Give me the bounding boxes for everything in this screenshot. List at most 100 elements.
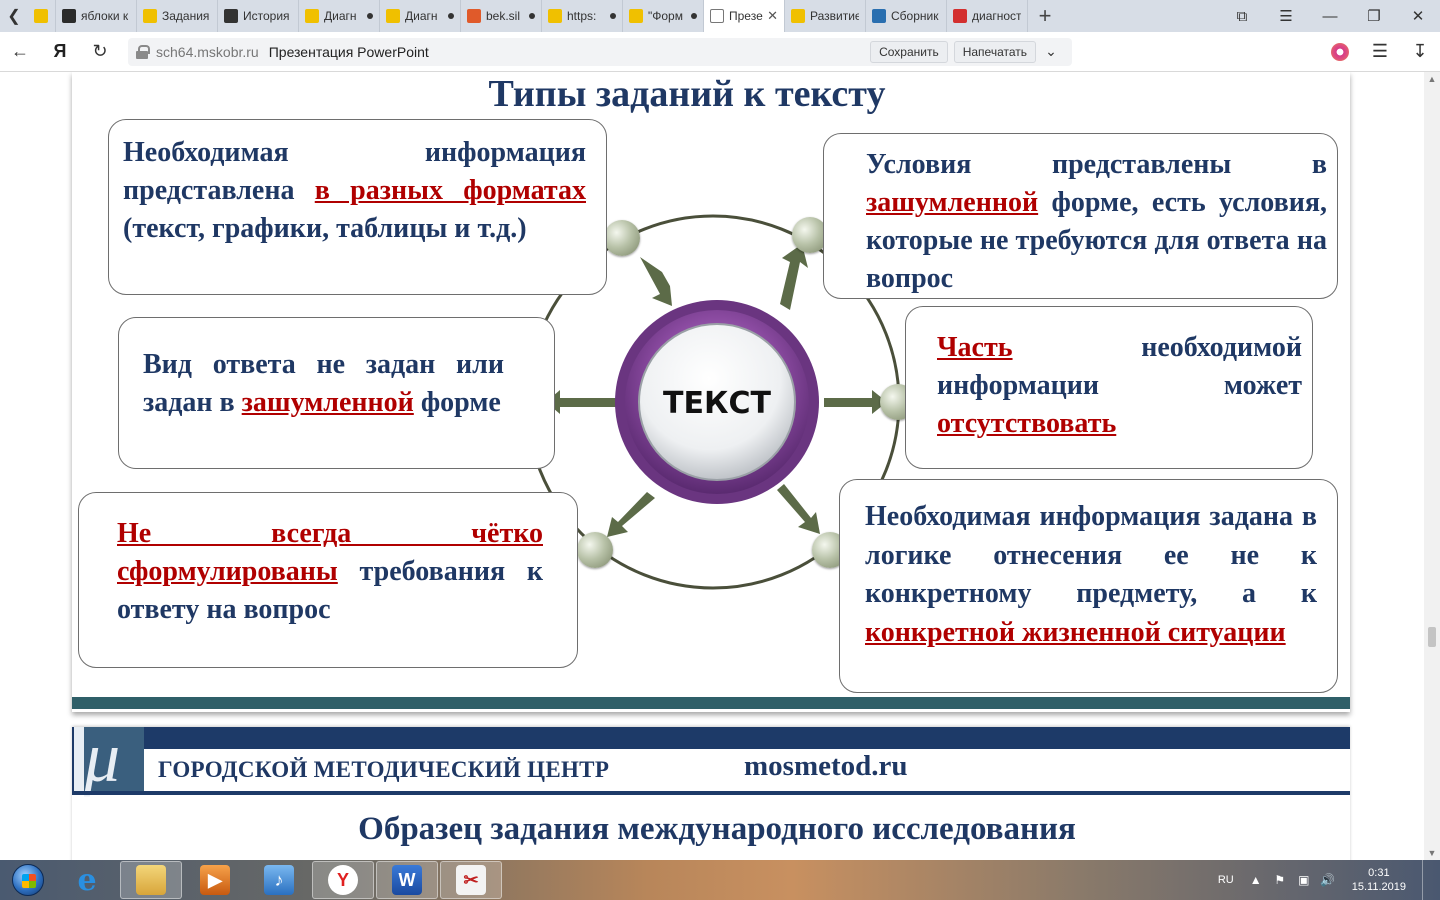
yandex-logo-icon[interactable]: Я — [40, 32, 80, 72]
lock-icon — [136, 44, 150, 59]
scroll-down-icon[interactable]: ▼ — [1427, 848, 1437, 858]
browser-tab[interactable]: яблоки к — [56, 0, 137, 32]
box-answer-highlight: зашумленной — [241, 387, 414, 418]
flag-icon[interactable]: ⚑ — [1272, 873, 1288, 887]
box-noisy-highlight: зашумленной — [866, 187, 1039, 218]
arrow-right — [824, 390, 887, 414]
scroll-up-icon[interactable]: ▲ — [1427, 74, 1437, 84]
browser-tab[interactable]: Развитие — [785, 0, 866, 32]
tab-label: диагност — [972, 9, 1021, 23]
tab-close-icon[interactable]: ✕ — [767, 8, 778, 24]
browser-tab[interactable]: фу — [28, 0, 56, 32]
reload-button[interactable]: ↻ — [80, 32, 120, 72]
scroll-thumb[interactable] — [1428, 627, 1436, 647]
tab-unsaved-dot-icon — [448, 13, 454, 19]
box-answer-type: Вид ответа не задан или задан в зашумлен… — [118, 317, 555, 469]
slide2-title: Образец задания международного исследова… — [358, 811, 1076, 847]
browser-tab[interactable]: https: — [542, 0, 623, 32]
volume-icon[interactable]: 🔊 — [1320, 873, 1336, 887]
network-icon[interactable]: ▣ — [1296, 873, 1312, 887]
bookmarks-icon[interactable]: ⧉ — [1220, 0, 1264, 32]
taskbar-explorer[interactable] — [120, 861, 182, 899]
tab-favicon-icon — [386, 9, 400, 23]
browser-tab[interactable]: "Форм — [623, 0, 704, 32]
menu-icon[interactable]: ☰ — [1264, 0, 1308, 32]
taskbar-yandex[interactable]: Y — [312, 861, 374, 899]
tabs-scroll-left-icon[interactable]: ❮ — [0, 0, 28, 32]
tab-label: "Форм — [648, 9, 683, 23]
language-indicator[interactable]: RU — [1218, 874, 1234, 886]
folder-icon — [136, 865, 166, 895]
tab-favicon-icon — [953, 9, 967, 23]
node-bottom-left — [577, 532, 613, 568]
browser-tab[interactable]: bek.sil — [461, 0, 542, 32]
word-icon: W — [392, 865, 422, 895]
start-button[interactable] — [0, 860, 56, 900]
clock-time: 0:31 — [1368, 867, 1390, 879]
tab-favicon-icon — [872, 9, 886, 23]
tab-label: Презе — [729, 9, 763, 23]
tab-unsaved-dot-icon — [529, 13, 535, 19]
tray-expand-icon[interactable]: ▲ — [1248, 873, 1264, 887]
save-button[interactable]: Сохранить — [870, 40, 948, 63]
browser-tab[interactable]: диагност — [947, 0, 1028, 32]
chevron-down-icon[interactable]: ⌄ — [1038, 39, 1064, 65]
tab-favicon-icon — [548, 9, 562, 23]
arrow-left — [546, 390, 617, 414]
tab-favicon-icon — [143, 9, 157, 23]
alice-icon[interactable] — [1320, 32, 1360, 72]
close-window-button[interactable]: ✕ — [1396, 0, 1440, 32]
show-desktop-button[interactable] — [1422, 860, 1432, 900]
downloads-icon[interactable]: ↧ — [1400, 32, 1440, 72]
taskbar-audio[interactable]: ♪ — [248, 861, 310, 899]
browser-tab[interactable]: Диагн — [299, 0, 380, 32]
box-missing-highlight-1: Часть — [937, 332, 1013, 363]
back-button[interactable]: ← — [0, 32, 40, 72]
box-life-highlight: конкретной жизненной ситуации — [865, 616, 1286, 648]
tab-label: Задания — [162, 9, 210, 23]
url-domain: sch64.mskobr.ru — [156, 43, 259, 60]
tab-unsaved-dot-icon — [610, 13, 616, 19]
tab-favicon-icon — [710, 9, 724, 23]
page-content: Типы заданий к тексту ТЕКСТ Необходимая … — [0, 72, 1440, 860]
browser-tab[interactable]: Задания — [137, 0, 218, 32]
box-missing-info: Часть необходимой информации может отсут… — [905, 306, 1313, 469]
restore-button[interactable]: ❐ — [1352, 0, 1396, 32]
url-field[interactable]: sch64.mskobr.ru Презентация PowerPoint С… — [128, 37, 1072, 66]
translate-icon[interactable]: ☰ — [1360, 32, 1400, 72]
browser-tab[interactable]: История — [218, 0, 299, 32]
taskbar-scissors[interactable]: ✂ — [440, 861, 502, 899]
slide-2: μ ГОРОДСКОЙ МЕТОДИЧЕСКИЙ ЦЕНТР mosmetod.… — [72, 721, 1350, 860]
print-button[interactable]: Напечатать — [953, 40, 1036, 63]
tab-favicon-icon — [305, 9, 319, 23]
clock-date: 15.11.2019 — [1351, 881, 1406, 893]
box-answer-text-2: форме — [413, 387, 501, 418]
tab-favicon-icon — [224, 9, 238, 23]
taskbar-word[interactable]: W — [376, 861, 438, 899]
internet-explorer-icon: e — [77, 862, 97, 898]
tab-label: яблоки к — [81, 9, 129, 23]
tab-label: Развитие — [810, 9, 859, 23]
browser-tab[interactable]: Сборник — [866, 0, 947, 32]
box-noisy-text-1: Условия представлены в — [866, 149, 1327, 180]
minimize-button[interactable]: — — [1308, 0, 1352, 32]
box-formats-highlight: в разных форматах — [314, 175, 586, 206]
browser-tab[interactable]: Презе ✕ — [704, 0, 785, 32]
box-formats: Необходимая информация представлена в ра… — [108, 119, 607, 295]
clock[interactable]: 0:31 15.11.2019 — [1352, 866, 1406, 894]
box-requirements: Не всегда чётко сформулированы требовани… — [78, 492, 578, 668]
vertical-scrollbar[interactable]: ▲ ▼ — [1424, 72, 1440, 860]
taskbar-media[interactable]: ▶ — [184, 861, 246, 899]
url-page-title: Презентация PowerPoint — [268, 43, 429, 60]
slide-footer-bar — [72, 697, 1350, 709]
box-formats-text-2: (текст, графики, таблицы и т.д.) — [123, 213, 527, 244]
arrow-up-left — [640, 257, 672, 306]
tab-label: История — [243, 9, 290, 23]
new-tab-button[interactable]: + — [1028, 0, 1062, 32]
center-label: ТЕКСТ — [663, 386, 771, 421]
speaker-app-icon: ♪ — [264, 865, 294, 895]
taskbar-ie[interactable]: e — [56, 861, 118, 899]
org-name: ГОРОДСКОЙ МЕТОДИЧЕСКИЙ ЦЕНТР — [158, 757, 610, 782]
browser-tab[interactable]: Диагн — [380, 0, 461, 32]
node-top-left — [604, 220, 640, 256]
